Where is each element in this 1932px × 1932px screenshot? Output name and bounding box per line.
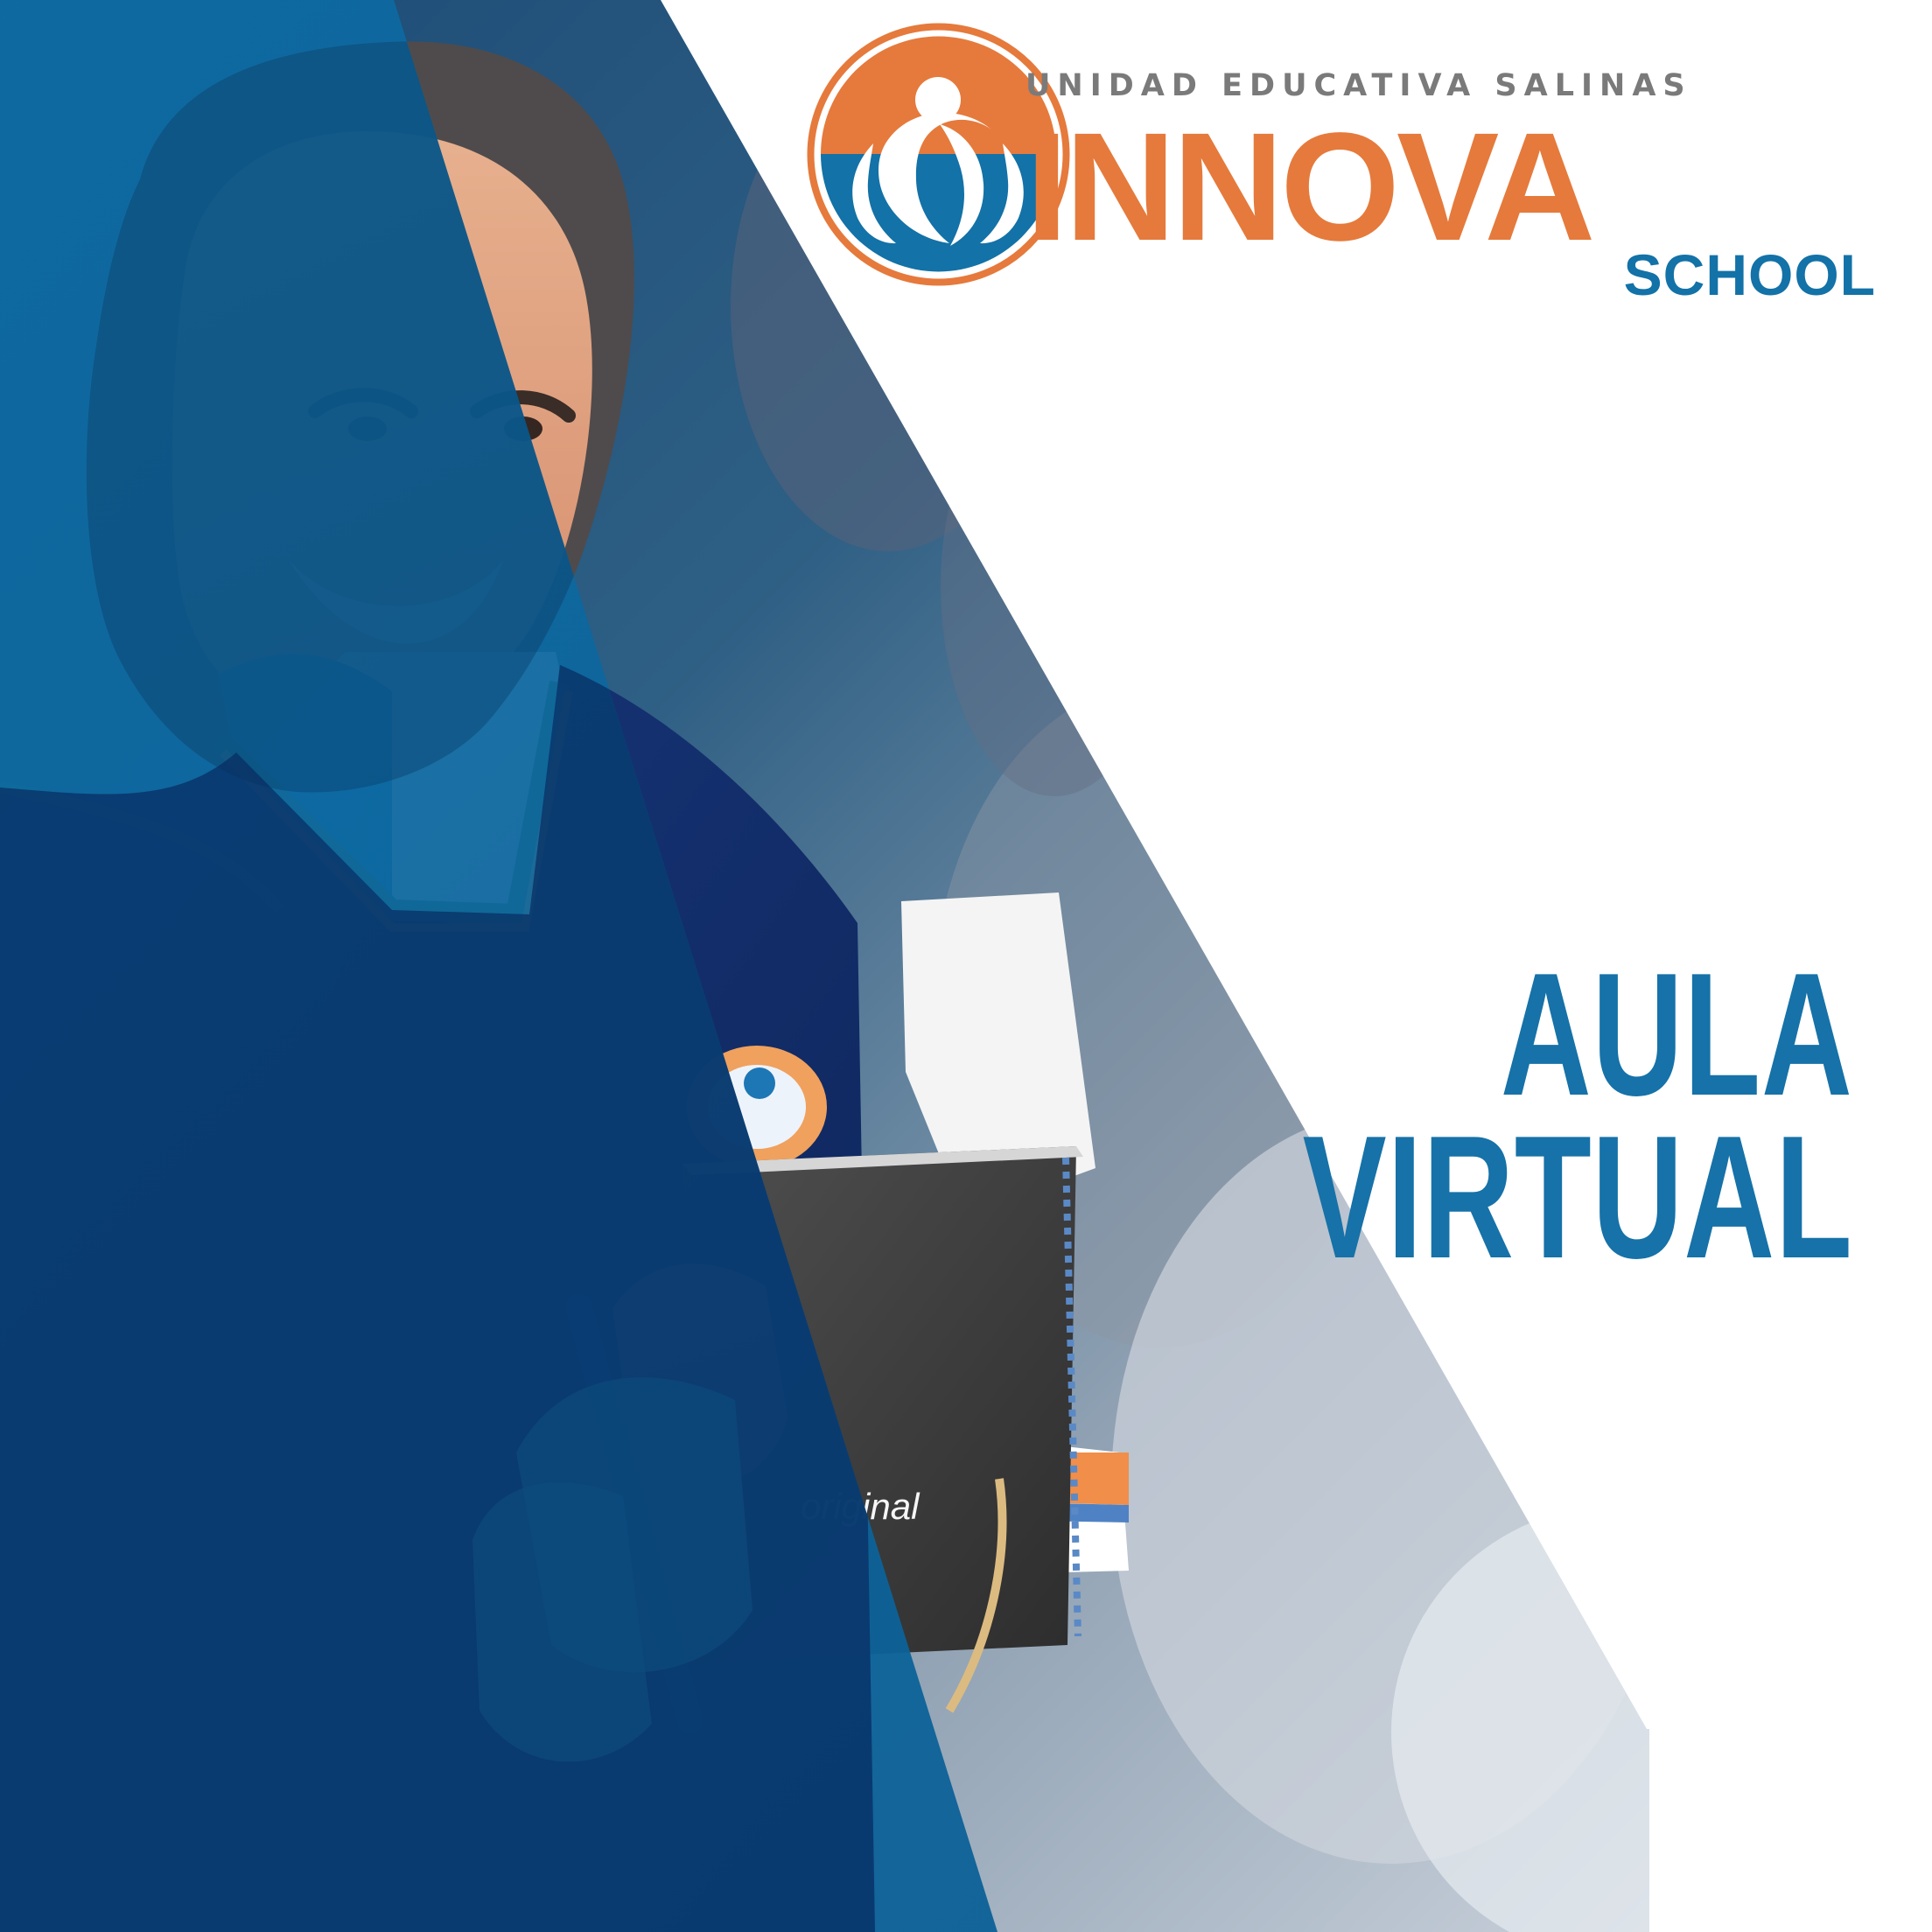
headline-line-1: AULA	[1501, 937, 1853, 1132]
school-name-sub: SCHOOL	[1623, 242, 1876, 307]
school-name-top: UNIDAD EDUCATIVA SALINAS	[1026, 68, 1692, 103]
headline-line-2: VIRTUAL	[1303, 1100, 1853, 1295]
headline: AULA VIRTUAL	[1088, 937, 1853, 1295]
page: original UNIDAD EDUCATIV	[0, 0, 1932, 1932]
brand-text: UNIDAD EDUCATIVA SALINAS INNOVA SCHOOL	[1026, 68, 1883, 304]
school-name-main: INNOVA	[1026, 102, 1595, 273]
brand-logo: UNIDAD EDUCATIVA SALINAS INNOVA SCHOOL	[805, 21, 1883, 304]
